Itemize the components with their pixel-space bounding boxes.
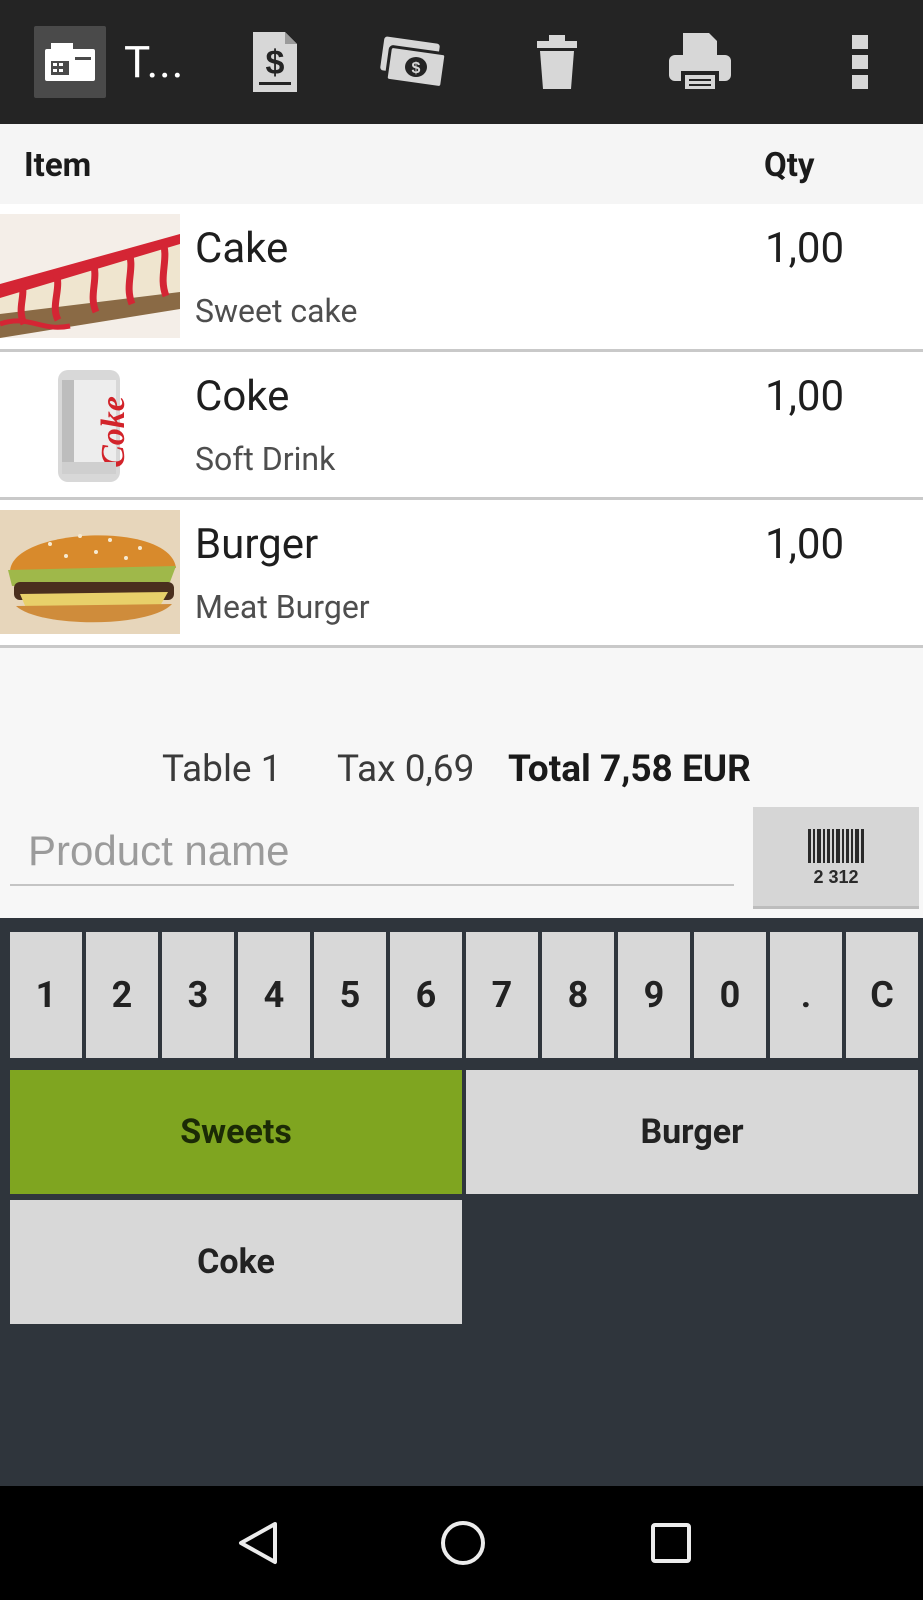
bill-icon: $ — [253, 32, 297, 92]
cake-image — [0, 214, 180, 338]
trash-icon — [537, 35, 577, 89]
coke-image: Coke — [0, 362, 180, 486]
bill-button[interactable]: $ — [225, 0, 325, 124]
ticket-register-button[interactable]: T... — [20, 0, 190, 124]
svg-text:Coke: Coke — [95, 396, 132, 468]
home-icon — [441, 1521, 485, 1565]
key-decimal[interactable]: . — [770, 932, 842, 1058]
nav-home-button[interactable] — [403, 1486, 523, 1600]
item-qty: 1,00 — [765, 520, 845, 569]
recents-icon — [651, 1523, 691, 1563]
key-2[interactable]: 2 — [86, 932, 158, 1058]
delete-button[interactable] — [507, 0, 607, 124]
top-toolbar: T... $ $ — [0, 0, 923, 124]
qty-column-header: Qty — [764, 146, 815, 185]
barcode-scan-button[interactable]: 2 312 — [753, 807, 919, 909]
svg-text:$: $ — [412, 60, 421, 77]
key-3[interactable]: 3 — [162, 932, 234, 1058]
ticket-list: Cake Sweet cake 1,00 Coke Coke Soft Drin… — [0, 204, 923, 648]
barcode-icon: 2 312 — [808, 828, 864, 887]
key-1[interactable]: 1 — [10, 932, 82, 1058]
item-name: Coke — [195, 372, 290, 421]
key-6[interactable]: 6 — [390, 932, 462, 1058]
key-9[interactable]: 9 — [618, 932, 690, 1058]
category-coke-button[interactable]: Coke — [10, 1200, 462, 1324]
nav-back-button[interactable] — [198, 1486, 318, 1600]
ticket-line-coke[interactable]: Coke Coke Soft Drink 1,00 — [0, 352, 923, 500]
item-name: Cake — [195, 224, 289, 273]
table-label: Table 1 — [162, 748, 282, 791]
key-0[interactable]: 0 — [694, 932, 766, 1058]
key-4[interactable]: 4 — [238, 932, 310, 1058]
item-name: Burger — [195, 520, 319, 569]
ticket-line-burger[interactable]: Burger Meat Burger 1,00 — [0, 500, 923, 648]
tax-amount: Tax 0,69 — [337, 748, 475, 791]
product-name-input[interactable] — [10, 818, 734, 886]
item-description: Soft Drink — [195, 440, 336, 478]
nav-recents-button[interactable] — [611, 1486, 731, 1600]
category-burger-button[interactable]: Burger — [466, 1070, 918, 1194]
category-sweets-button[interactable]: Sweets — [10, 1070, 462, 1194]
payment-button[interactable]: $ — [363, 0, 463, 124]
overflow-menu-button[interactable] — [820, 0, 900, 124]
register-title: T... — [124, 36, 185, 88]
svg-text:$: $ — [266, 44, 285, 82]
item-qty: 1,00 — [765, 372, 845, 421]
key-clear[interactable]: C — [846, 932, 918, 1058]
print-button[interactable] — [650, 0, 750, 124]
item-qty: 1,00 — [765, 224, 845, 273]
key-7[interactable]: 7 — [466, 932, 538, 1058]
printer-icon — [669, 33, 731, 91]
key-8[interactable]: 8 — [542, 932, 614, 1058]
item-description: Sweet cake — [195, 292, 358, 330]
item-column-header: Item — [24, 146, 92, 185]
back-icon — [239, 1522, 277, 1564]
ticket-list-header: Item Qty — [0, 124, 923, 204]
key-5[interactable]: 5 — [314, 932, 386, 1058]
item-description: Meat Burger — [195, 588, 370, 626]
keypad-panel: 1 2 3 4 5 6 7 8 9 0 . C Sweets Burger Co… — [0, 920, 923, 1486]
cash-register-icon — [34, 26, 106, 98]
barcode-digits: 2 312 — [813, 867, 858, 887]
system-nav-bar — [0, 1486, 923, 1600]
burger-image — [0, 510, 180, 634]
total-amount: Total 7,58 EUR — [508, 748, 751, 791]
ticket-line-cake[interactable]: Cake Sweet cake 1,00 — [0, 204, 923, 352]
ticket-totals: Table 1 Tax 0,69 Total 7,58 EUR — [0, 748, 923, 798]
money-icon: $ — [380, 36, 448, 89]
overflow-menu-icon — [852, 35, 868, 89]
